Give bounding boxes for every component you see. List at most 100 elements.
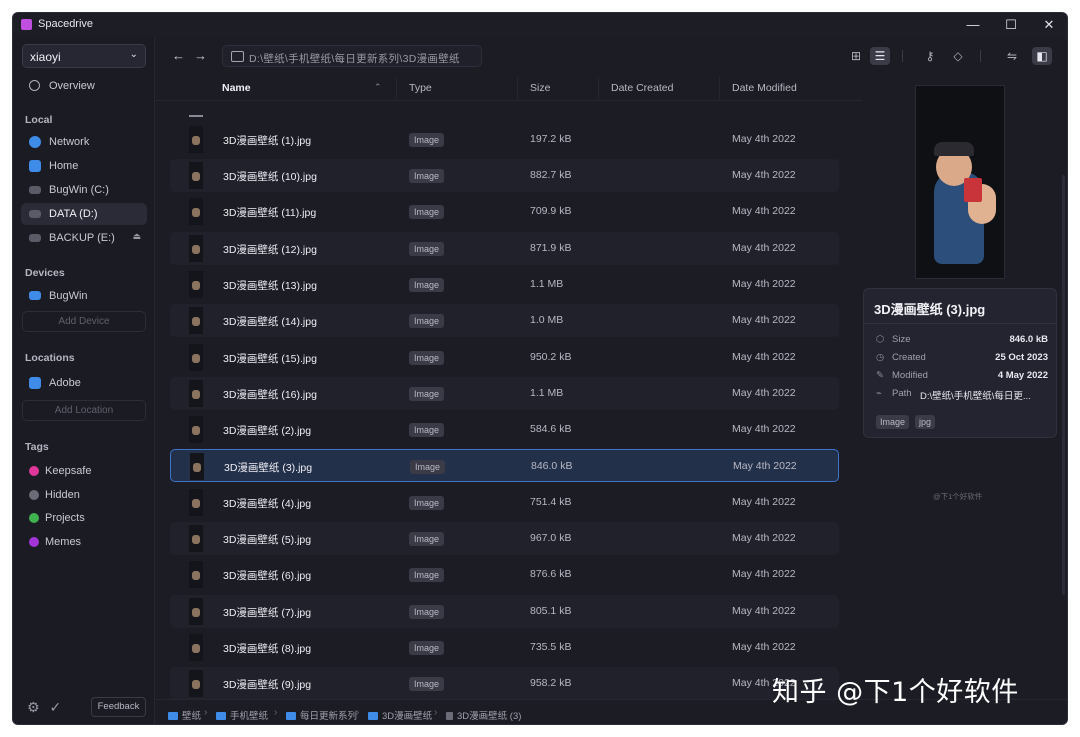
image-thumbnail — [189, 126, 203, 153]
table-row[interactable]: 3D漫画壁纸 (4).jpg Image 751.4 kB May 4th 2022 — [170, 486, 839, 519]
key-icon[interactable]: ⚷ — [920, 47, 940, 65]
type-badge: Image — [409, 532, 445, 546]
maximize-button[interactable]: ☐ — [993, 15, 1029, 35]
table-row[interactable]: 3D漫画壁纸 (5).jpg Image 967.0 kB May 4th 2022 — [170, 522, 839, 555]
chevron-down-icon: ⌄ — [129, 49, 138, 60]
file-list: Name ⌃ Type Size Date Created Date Modif… — [156, 75, 862, 699]
back-arrow-icon[interactable]: ← — [172, 48, 185, 63]
image-thumbnail — [189, 525, 203, 552]
table-row[interactable]: 3D漫画壁纸 (15).jpg Image 950.2 kB May 4th 2022 — [170, 341, 839, 374]
column-name[interactable]: Name — [222, 82, 251, 94]
path-search-bar[interactable]: D:\壁纸\手机壁纸\每日更新系列\3D漫画壁纸 — [222, 45, 482, 67]
tag-color-icon — [29, 466, 39, 476]
file-name: 3D漫画壁纸 (1).jpg — [223, 135, 312, 147]
minimize-button[interactable]: — — [955, 15, 991, 35]
table-row[interactable]: 3D漫画壁纸 (10).jpg Image 882.7 kB May 4th 2022 — [170, 159, 839, 192]
title-bar: Spacedrive — ☐ ✕ — [13, 13, 1067, 37]
image-thumbnail — [189, 670, 203, 697]
table-row-selected[interactable]: 3D漫画壁纸 (3).jpg Image 846.0 kB May 4th 2022 — [170, 449, 839, 482]
breadcrumb-item[interactable]: 3D漫画壁纸 — [368, 708, 432, 722]
table-row[interactable]: 3D漫画壁纸 (16).jpg Image 1.1 MB May 4th 2022 — [170, 377, 839, 410]
column-type[interactable]: Type — [409, 82, 432, 94]
file-modified: May 4th 2022 — [732, 532, 796, 544]
image-thumbnail — [189, 561, 203, 588]
section-title-devices: Devices — [25, 267, 65, 279]
table-row[interactable]: 3D漫画壁纸 (13).jpg Image 1.1 MB May 4th 2022 — [170, 268, 839, 301]
file-modified: May 4th 2022 — [732, 205, 796, 217]
breadcrumb-item[interactable]: 每日更新系列 — [286, 708, 357, 722]
sort-ascending-icon[interactable]: ⌃ — [374, 82, 382, 93]
tag-projects[interactable]: Projects — [45, 512, 85, 524]
file-size: 197.2 kB — [530, 133, 572, 145]
laptop-icon — [29, 291, 41, 300]
app-window: Spacedrive — ☐ ✕ xiaoyi ⌄ Overview Local… — [12, 12, 1068, 725]
sidebar-item-network[interactable]: Network — [21, 131, 147, 153]
table-row[interactable]: 3D漫画壁纸 (9).jpg Image 958.2 kB May 4th 2022 — [170, 667, 839, 699]
library-select[interactable]: xiaoyi ⌄ — [22, 44, 146, 68]
breadcrumb-item-current[interactable]: 3D漫画壁纸 (3) — [446, 708, 521, 722]
column-size[interactable]: Size — [530, 82, 550, 94]
table-row[interactable]: 3D漫画壁纸 (8).jpg Image 735.5 kB May 4th 2022 — [170, 631, 839, 664]
inspector-toggle-icon[interactable]: ◧ — [1032, 47, 1052, 65]
add-location-button[interactable]: Add Location — [22, 400, 146, 421]
column-date-modified[interactable]: Date Modified — [732, 82, 797, 94]
file-modified: May 4th 2022 — [732, 605, 796, 617]
type-badge: Image — [409, 351, 445, 365]
tag-hidden[interactable]: Hidden — [45, 489, 80, 501]
sidebar-item-drive-e[interactable]: BACKUP (E:) ⏏ — [21, 227, 147, 249]
sidebar-item-drive-c[interactable]: BugWin (C:) — [21, 179, 147, 201]
library-select-value: xiaoyi — [30, 50, 61, 64]
file-size: 967.0 kB — [530, 532, 572, 544]
settings-gear-icon[interactable]: ⚙ — [27, 699, 40, 715]
drive-icon — [29, 210, 41, 218]
tag-icon[interactable]: ◇ — [948, 47, 968, 65]
breadcrumb-item[interactable]: 手机壁纸 — [216, 708, 268, 722]
file-info-card: 3D漫画壁纸 (3).jpg ⬡ Size 846.0 kB ◷ Created… — [863, 288, 1057, 438]
breadcrumb-item[interactable]: 壁纸 — [168, 708, 201, 722]
grid-view-icon[interactable]: ⊞ — [846, 47, 866, 65]
meta-path: ⌁ Path D:\壁纸\手机壁纸\每日更... — [876, 388, 1048, 402]
sidebar-item-home[interactable]: Home — [21, 155, 147, 177]
file-size: 1.1 MB — [530, 278, 564, 290]
table-row[interactable]: 3D漫画壁纸 (14).jpg Image 1.0 MB May 4th 2022 — [170, 304, 839, 337]
image-thumbnail — [189, 380, 203, 407]
sidebar-item-label: Overview — [49, 80, 95, 92]
chip-jpg[interactable]: jpg — [915, 415, 936, 429]
table-row[interactable]: 3D漫画壁纸 (1).jpg Image 197.2 kB May 4th 2022 — [170, 123, 839, 156]
table-row[interactable]: 3D漫画壁纸 (7).jpg Image 805.1 kB May 4th 2022 — [170, 595, 839, 628]
sliders-icon[interactable]: ⇋ — [1002, 47, 1022, 65]
inspector-title: 3D漫画壁纸 (3).jpg — [874, 302, 986, 317]
section-title-tags: Tags — [25, 441, 49, 453]
column-date-created[interactable]: Date Created — [611, 82, 673, 94]
forward-arrow-icon[interactable]: → — [194, 48, 207, 63]
eject-icon[interactable]: ⏏ — [132, 231, 141, 242]
tag-memes[interactable]: Memes — [45, 536, 81, 548]
table-row[interactable]: 3D漫画壁纸 (12).jpg Image 871.9 kB May 4th 2022 — [170, 232, 839, 265]
image-thumbnail — [189, 307, 203, 334]
tag-keepsafe[interactable]: Keepsafe — [45, 465, 91, 477]
sidebar-item-drive-d[interactable]: DATA (D:) — [21, 203, 147, 225]
chevron-right-icon: › — [204, 707, 208, 718]
close-button[interactable]: ✕ — [1031, 15, 1067, 35]
job-status-icon[interactable]: ✓ — [49, 699, 61, 715]
add-device-button[interactable]: Add Device — [22, 311, 146, 332]
card-divider — [864, 323, 1056, 324]
image-thumbnail — [189, 634, 203, 661]
table-row[interactable]: 3D漫画壁纸 (2).jpg Image 584.6 kB May 4th 2022 — [170, 413, 839, 446]
chip-image[interactable]: Image — [876, 415, 910, 429]
zhihu-watermark: 知乎 @下1个好软件 — [772, 677, 1019, 708]
image-file-icon — [446, 712, 453, 720]
list-view-icon[interactable]: ☰ — [870, 47, 890, 65]
file-modified: May 4th 2022 — [732, 387, 796, 399]
scrollbar[interactable] — [1062, 175, 1065, 595]
sidebar-item-overview[interactable]: Overview — [21, 75, 147, 97]
table-row[interactable]: 3D漫画壁纸 (11).jpg Image 709.9 kB May 4th 2022 — [170, 195, 839, 228]
sidebar-item-location[interactable]: Adobe — [21, 372, 147, 394]
image-thumbnail — [189, 344, 203, 371]
feedback-button[interactable]: Feedback — [91, 697, 146, 717]
breadcrumb-label: 3D漫画壁纸 (3) — [457, 711, 522, 722]
image-preview[interactable] — [915, 85, 1005, 279]
table-row[interactable]: 3D漫画壁纸 (6).jpg Image 876.6 kB May 4th 2022 — [170, 558, 839, 591]
sidebar-item-device[interactable]: BugWin — [21, 285, 147, 307]
sidebar-item-label: BugWin — [49, 290, 88, 302]
